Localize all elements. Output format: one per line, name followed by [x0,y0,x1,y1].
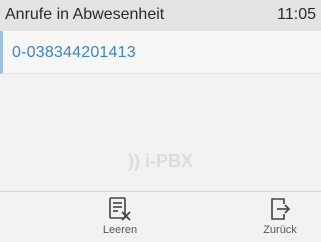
back-button-label: Zurück [263,224,297,236]
clear-list-icon [109,197,131,221]
clear-button-label: Leeren [102,224,138,236]
page-title: Anrufe in Abwesenheit [5,6,165,23]
list-item[interactable]: 0-038344201413 [0,31,321,74]
back-button[interactable]: Zurück [250,196,310,240]
clock: 11:05 [277,6,316,23]
header-bar: Anrufe in Abwesenheit 11:05 [0,0,321,31]
clear-button[interactable]: Leeren [90,196,150,240]
missed-calls-list: 0-038344201413 [0,31,321,74]
exit-icon [271,198,291,220]
call-number: 0-038344201413 [12,44,136,61]
brand-watermark: )) i-PBX [128,151,193,171]
phone-screen: Anrufe in Abwesenheit 11:05 0-0383442014… [0,0,321,242]
softkey-bar: Leeren Zurück [0,191,321,242]
